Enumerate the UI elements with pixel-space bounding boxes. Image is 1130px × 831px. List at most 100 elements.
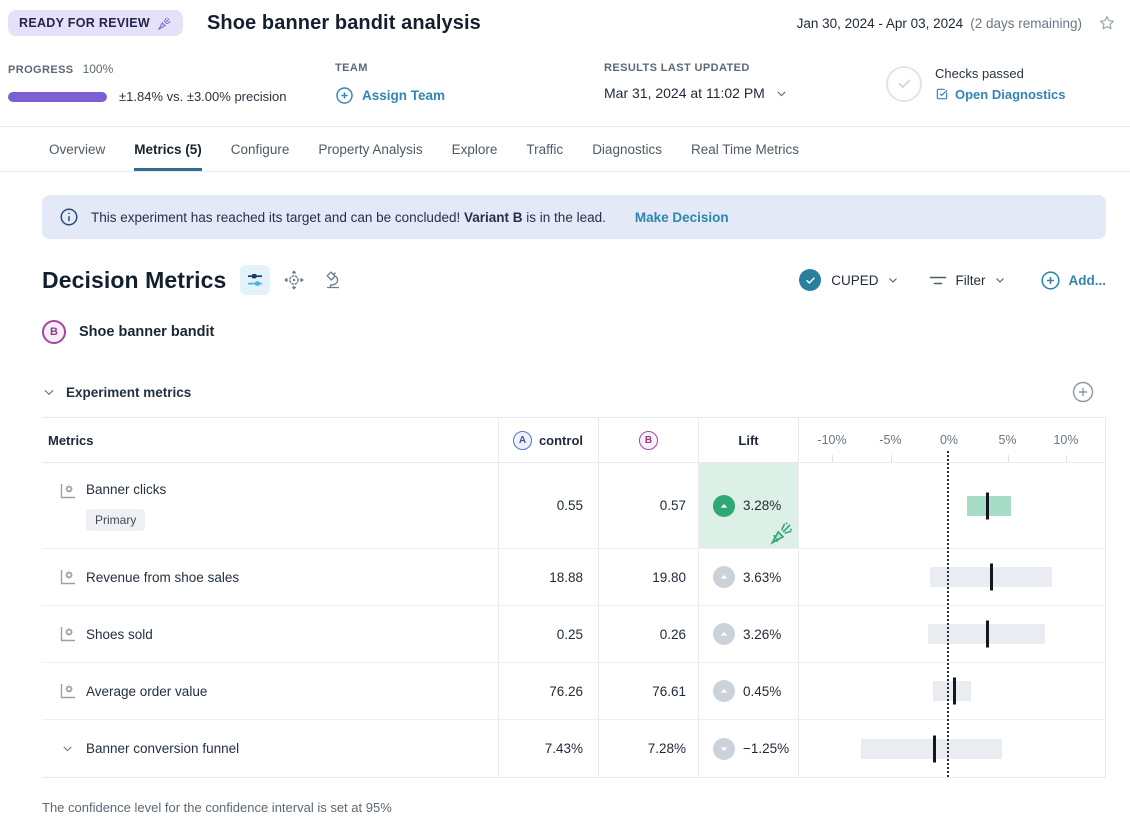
ci-chart-view-button[interactable] — [240, 265, 270, 295]
status-badge-label: READY FOR REVIEW — [19, 16, 150, 30]
add-metric-button[interactable]: Add... — [1040, 270, 1107, 291]
metric-icon — [58, 482, 77, 501]
date-range: Jan 30, 2024 - Apr 03, 2024 — [797, 16, 964, 31]
metrics-column-header: Metrics — [42, 418, 498, 462]
metrics-table: Metrics A control B Lift -10%-5%0%5%10% … — [42, 417, 1106, 778]
variant-value: 7.28% — [648, 741, 686, 756]
team-label: TEAM — [335, 62, 604, 74]
results-label: RESULTS LAST UPDATED — [604, 62, 886, 74]
axis-tick-mark — [1066, 455, 1067, 462]
lift-cell: 0.45% — [698, 663, 798, 719]
axis-tick-label: 10% — [1053, 433, 1078, 447]
lift-value: 0.45% — [743, 684, 781, 699]
ci-chart-cell — [798, 663, 1105, 719]
variant-column-header: B — [598, 418, 698, 462]
tab-property-analysis[interactable]: Property Analysis — [318, 127, 422, 171]
make-decision-button[interactable]: Make Decision — [635, 210, 729, 225]
lift-up-icon — [713, 680, 735, 702]
banner-variant-name: Variant B — [464, 210, 523, 225]
chevron-down-icon — [775, 87, 788, 100]
team-section: TEAM Assign Team — [335, 62, 604, 105]
results-updated-value: Mar 31, 2024 at 11:02 PM — [604, 85, 765, 101]
metric-name[interactable]: Revenue from shoe sales — [86, 570, 239, 585]
confidence-interval-bar — [861, 739, 1001, 759]
progress-value: 100% — [83, 62, 114, 76]
chevron-down-icon[interactable] — [887, 274, 899, 286]
precision-text: ±1.84% vs. ±3.00% precision — [119, 89, 286, 104]
metric-name[interactable]: Banner conversion funnel — [86, 741, 239, 756]
variant-a-badge: A — [513, 431, 532, 450]
ci-chart-cell — [798, 720, 1105, 777]
tab-overview[interactable]: Overview — [49, 127, 105, 171]
tab-configure[interactable]: Configure — [231, 127, 290, 171]
control-value-cell: 0.55 — [498, 463, 598, 548]
experiment-dates: Jan 30, 2024 - Apr 03, 2024 (2 days rema… — [797, 16, 1082, 31]
open-diagnostics-label: Open Diagnostics — [955, 87, 1066, 102]
control-value-cell: 18.88 — [498, 549, 598, 605]
meta-bar: PROGRESS 100% ±1.84% vs. ±3.00% precisio… — [0, 36, 1130, 105]
tab-metrics-5[interactable]: Metrics (5) — [134, 127, 202, 171]
variant-value: 76.61 — [652, 684, 686, 699]
assign-team-label: Assign Team — [362, 88, 445, 103]
open-diagnostics-link[interactable]: Open Diagnostics — [935, 87, 1066, 102]
chevron-down-icon[interactable] — [58, 742, 77, 755]
info-icon — [59, 207, 79, 227]
lift-down-icon — [713, 738, 735, 760]
lift-value: 3.26% — [743, 627, 781, 642]
ci-mean-line — [990, 564, 993, 591]
metric-name[interactable]: Banner clicks — [86, 482, 166, 497]
axis-tick-mark — [1008, 455, 1009, 462]
lift-cell: 3.28% — [698, 463, 798, 548]
cuped-check-icon[interactable] — [799, 269, 821, 291]
metric-name[interactable]: Shoes sold — [86, 627, 153, 642]
variant-badge: B — [42, 320, 66, 344]
lift-value: 3.28% — [743, 498, 781, 513]
tab-traffic[interactable]: Traffic — [526, 127, 563, 171]
cuped-dropdown[interactable]: CUPED — [831, 273, 878, 288]
confidence-note: The confidence level for the confidence … — [42, 800, 1106, 831]
variant-value: 0.26 — [660, 627, 686, 642]
check-circle-icon — [886, 66, 922, 102]
variant-value-cell: 0.57 — [598, 463, 698, 548]
tab-explore[interactable]: Explore — [452, 127, 498, 171]
banner-text: This experiment has reached its target a… — [91, 210, 460, 225]
metric-cell: Revenue from shoe sales — [42, 549, 498, 605]
star-icon[interactable] — [1098, 14, 1116, 32]
table-row: Banner conversion funnel 7.43% 7.28% −1.25% — [42, 720, 1105, 777]
variant-value-cell: 19.80 — [598, 549, 698, 605]
results-section: RESULTS LAST UPDATED Mar 31, 2024 at 11:… — [604, 62, 886, 105]
metric-cell: Average order value — [42, 663, 498, 719]
table-row: Average order value76.2676.610.45% — [42, 663, 1105, 720]
metric-icon — [58, 568, 77, 587]
tab-diagnostics[interactable]: Diagnostics — [592, 127, 662, 171]
lift-up-icon — [713, 495, 735, 517]
axis-tick-label: 0% — [940, 433, 958, 447]
chevron-down-icon — [994, 274, 1006, 286]
lift-up-icon — [713, 566, 735, 588]
results-updated-dropdown[interactable]: Mar 31, 2024 at 11:02 PM — [604, 85, 886, 101]
assign-team-button[interactable]: Assign Team — [335, 86, 604, 105]
progress-label: PROGRESS — [8, 64, 74, 76]
lift-column-header: Lift — [698, 418, 798, 462]
info-banner: This experiment has reached its target a… — [42, 195, 1106, 239]
metrics-table-body: Banner clicksPrimary0.550.573.28%Revenue… — [42, 463, 1105, 777]
party-icon — [769, 520, 795, 546]
control-value: 0.25 — [557, 627, 583, 642]
chart-axis: -10%-5%0%5%10% — [798, 418, 1105, 462]
chevron-down-icon[interactable] — [42, 385, 56, 399]
add-metric-to-group-button[interactable] — [1071, 380, 1095, 404]
progress-bar — [8, 92, 107, 102]
explore-view-button[interactable] — [279, 265, 309, 295]
control-value: 7.43% — [545, 741, 583, 756]
tab-real-time-metrics[interactable]: Real Time Metrics — [691, 127, 799, 171]
add-label: Add... — [1069, 273, 1107, 288]
control-value-cell: 7.43% — [498, 720, 598, 777]
lift-value: −1.25% — [743, 741, 789, 756]
days-remaining: (2 days remaining) — [970, 16, 1082, 31]
metric-name[interactable]: Average order value — [86, 684, 207, 699]
variant-name: Shoe banner bandit — [79, 324, 214, 340]
filter-dropdown[interactable]: Filter — [929, 273, 1006, 288]
ci-mean-line — [933, 735, 936, 762]
ci-chart-cell — [798, 549, 1105, 605]
microscope-icon[interactable] — [318, 265, 348, 295]
